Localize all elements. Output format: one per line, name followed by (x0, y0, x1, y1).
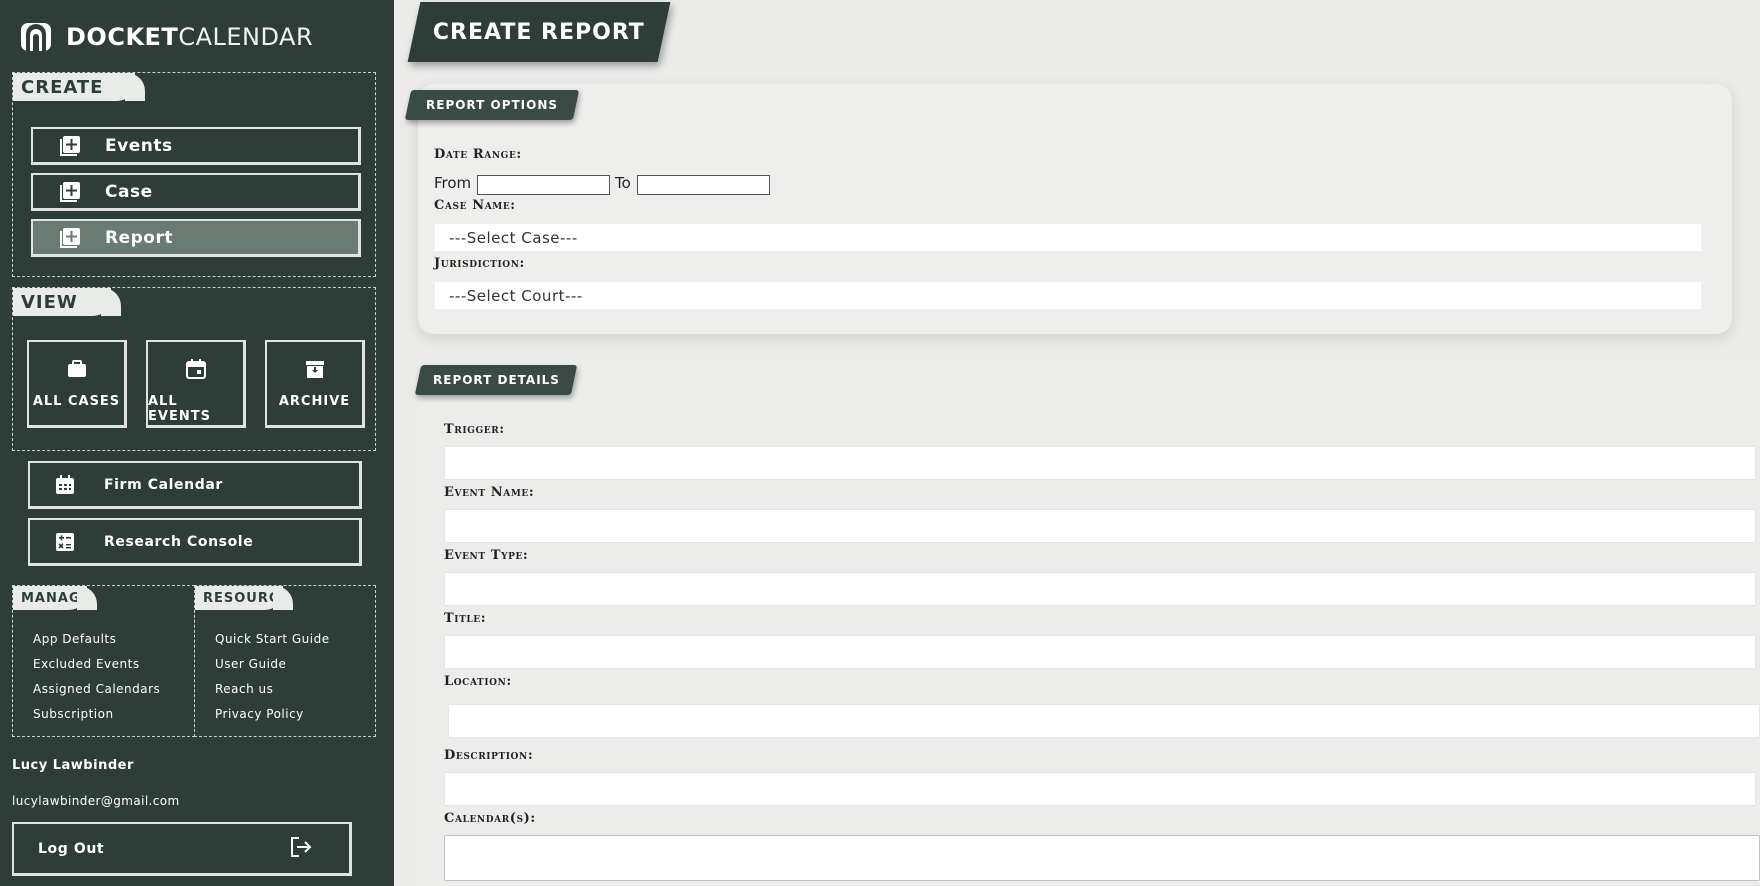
manage-section: MANAGE App Defaults Excluded Events Assi… (12, 585, 195, 737)
archive-tile[interactable]: ARCHIVE (265, 340, 365, 428)
report-details-title: REPORT DETAILS (432, 373, 560, 387)
description-field[interactable] (444, 772, 1756, 806)
court-select[interactable]: ---Select Court--- (434, 281, 1702, 310)
report-options-tab: REPORT OPTIONS (404, 90, 580, 120)
create-case-button[interactable]: Case (31, 173, 361, 211)
calendar-grid-icon (54, 474, 76, 496)
all-cases-label: ALL CASES (32, 394, 121, 409)
user-name: Lucy Lawbinder (12, 758, 134, 773)
all-cases-tile[interactable]: ALL CASES (27, 340, 127, 428)
app-defaults-link[interactable]: App Defaults (33, 632, 160, 657)
view-section-title: VIEW (13, 288, 111, 316)
to-date-input[interactable] (637, 175, 770, 195)
case-select-value: ---Select Case--- (449, 228, 578, 247)
firm-calendar-button[interactable]: Firm Calendar (28, 461, 362, 509)
event-name-label: Event Name: (444, 485, 535, 500)
assigned-calendars-link[interactable]: Assigned Calendars (33, 682, 160, 707)
event-name-field[interactable] (444, 509, 1756, 543)
add-box-icon (59, 181, 81, 203)
title-label: Title: (444, 611, 487, 626)
report-details-tab: REPORT DETAILS (414, 365, 578, 395)
create-section: CREATE Events Case Report (12, 72, 376, 277)
to-label: To (615, 174, 631, 192)
sidebar: DOCKETCALENDAR CREATE Events Case Report… (0, 0, 394, 886)
trigger-label: Trigger: (444, 422, 505, 437)
calendars-field[interactable] (444, 835, 1760, 881)
court-select-value: ---Select Court--- (449, 286, 583, 305)
create-report-label: Report (105, 227, 173, 248)
logo-light-text: CALENDAR (178, 23, 314, 51)
report-options-title: REPORT OPTIONS (425, 98, 559, 112)
firm-calendar-label: Firm Calendar (104, 476, 223, 493)
page-title: CREATE REPORT (407, 2, 671, 62)
user-guide-link[interactable]: User Guide (215, 657, 330, 682)
jurisdiction-label: Jurisdiction: (434, 256, 525, 271)
title-field[interactable] (444, 635, 1756, 669)
case-select[interactable]: ---Select Case--- (434, 223, 1702, 252)
page-title-text: CREATE REPORT (433, 19, 645, 45)
case-name-label: Case Name: (434, 198, 516, 213)
quick-start-guide-link[interactable]: Quick Start Guide (215, 632, 330, 657)
logout-label: Log Out (38, 840, 105, 857)
logout-button[interactable]: Log Out (12, 822, 352, 876)
resources-section-title: RESOURCES (195, 586, 299, 610)
add-box-icon (59, 227, 81, 249)
research-console-button[interactable]: Research Console (28, 518, 362, 566)
logo-bold-text: DOCKET (66, 23, 179, 51)
archive-label: ARCHIVE (278, 394, 351, 409)
calendar-icon (185, 358, 207, 380)
create-case-label: Case (105, 181, 153, 202)
subscription-link[interactable]: Subscription (33, 707, 160, 732)
create-report-button[interactable]: Report (31, 219, 361, 257)
create-events-button[interactable]: Events (31, 127, 361, 165)
logo-arch-icon (20, 21, 52, 53)
event-type-label: Event Type: (444, 548, 529, 563)
archive-icon (304, 358, 326, 380)
calculator-icon (54, 531, 76, 553)
app-logo[interactable]: DOCKETCALENDAR (20, 20, 313, 54)
manage-section-title: MANAGE (13, 586, 90, 610)
trigger-field[interactable] (444, 446, 1756, 480)
logout-icon (289, 836, 313, 862)
event-type-field[interactable] (444, 572, 1756, 606)
date-range-label: Date Range: (434, 147, 522, 162)
view-section: VIEW ALL CASES ALL EVENTS ARCHIVE (12, 287, 376, 451)
resources-section: RESOURCES Quick Start Guide User Guide R… (194, 585, 376, 737)
location-label: Location: (444, 674, 512, 689)
privacy-policy-link[interactable]: Privacy Policy (215, 707, 330, 732)
from-date-input[interactable] (477, 175, 610, 195)
reach-us-link[interactable]: Reach us (215, 682, 330, 707)
briefcase-icon (66, 358, 88, 380)
add-box-icon (59, 135, 81, 157)
from-label: From (434, 174, 472, 192)
all-events-label: ALL EVENTS (148, 394, 211, 424)
create-section-title: CREATE (13, 73, 135, 101)
description-label: Description: (444, 748, 534, 763)
excluded-events-link[interactable]: Excluded Events (33, 657, 160, 682)
all-events-tile[interactable]: ALL EVENTS (146, 340, 246, 428)
user-email: lucylawbinder@gmail.com (12, 794, 180, 808)
report-details-panel (418, 360, 1760, 886)
calendars-label: Calendar(s): (444, 811, 536, 826)
research-console-label: Research Console (104, 533, 254, 550)
location-field[interactable] (448, 704, 1760, 738)
create-events-label: Events (105, 135, 173, 156)
